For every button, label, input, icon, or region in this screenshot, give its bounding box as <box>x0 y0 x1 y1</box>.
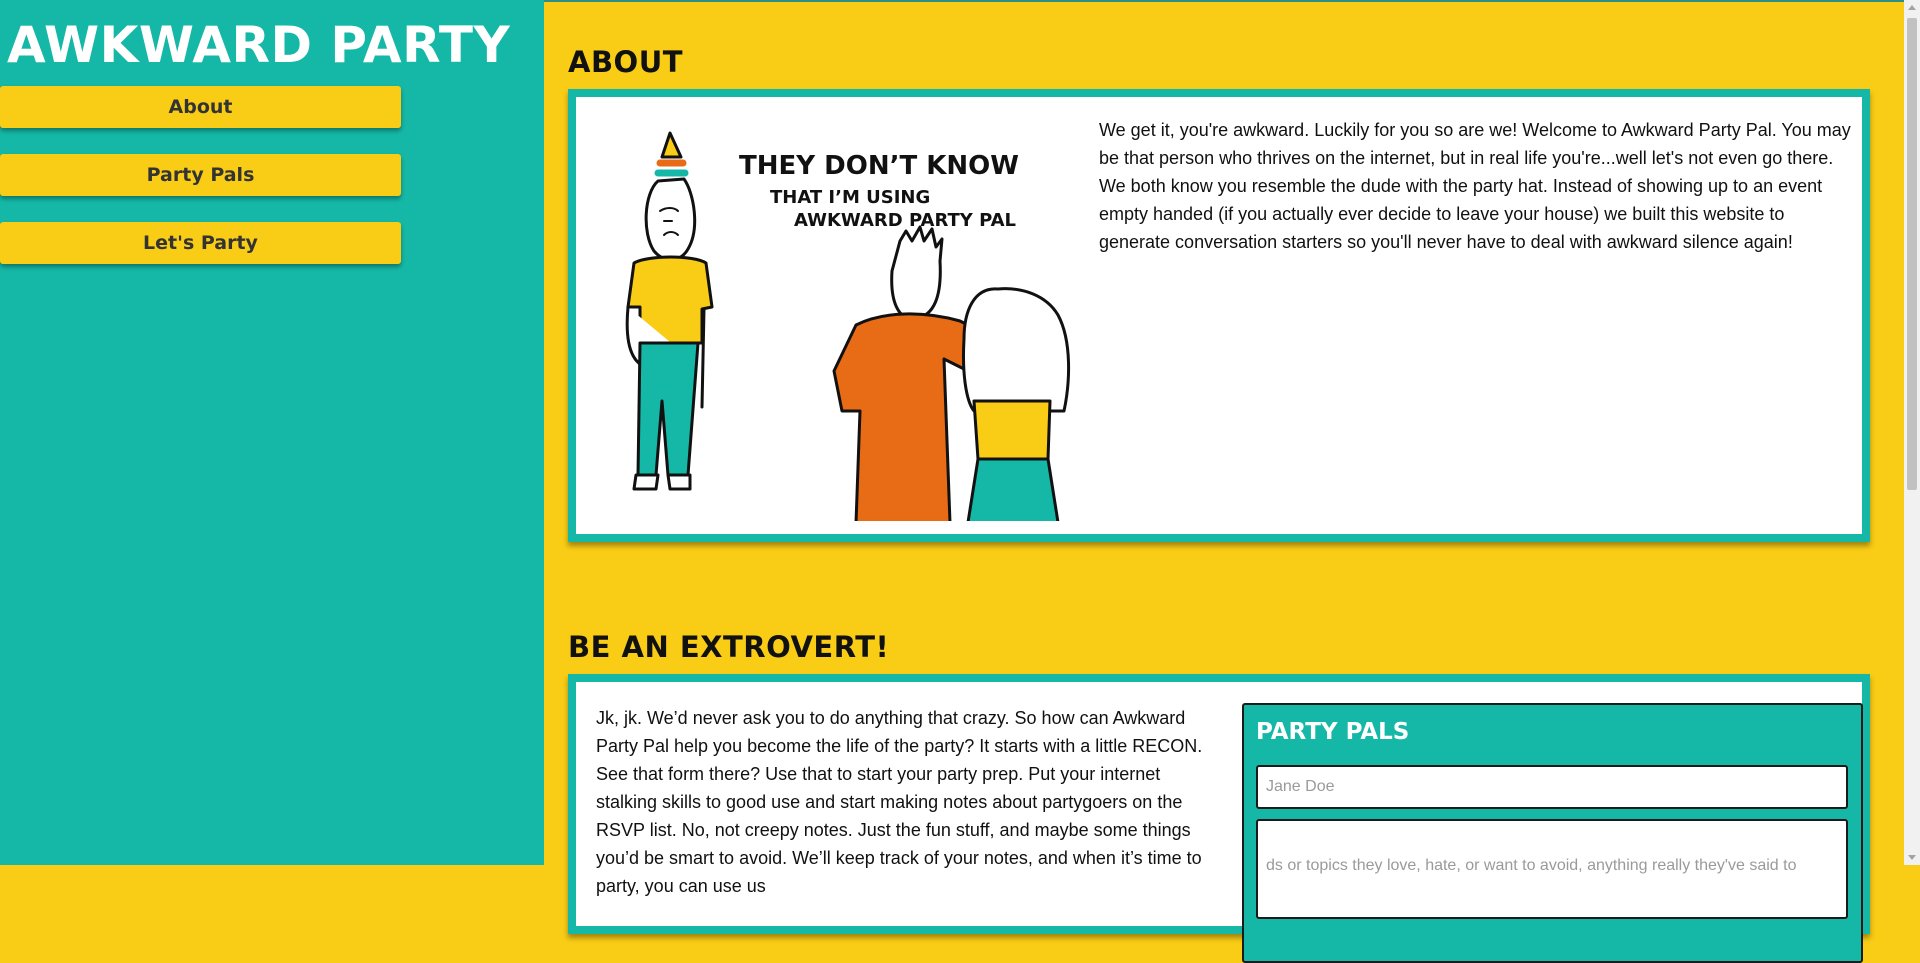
party-pals-form: PARTY PALS <box>1242 703 1863 963</box>
extrovert-heading: BE AN EXTROVERT! <box>568 630 890 664</box>
illustration-caption-line2: THAT I’M USING <box>770 187 930 208</box>
illustration-caption-line1: THEY DON’T KNOW <box>739 151 1019 181</box>
scroll-down-arrow-icon[interactable] <box>1904 849 1920 865</box>
scrollbar-thumb[interactable] <box>1907 18 1917 490</box>
pal-name-input[interactable] <box>1256 765 1848 809</box>
extrovert-card: Jk, jk. We’d never ask you to do anythin… <box>568 674 1870 963</box>
page-scrollbar[interactable] <box>1904 0 1920 865</box>
party-pals-form-title: PARTY PALS <box>1256 719 1410 745</box>
party-hat-guy <box>625 131 714 491</box>
nav-party-pals-button[interactable]: Party Pals <box>0 154 401 196</box>
pal-notes-textarea[interactable] <box>1256 819 1848 919</box>
about-heading: ABOUT <box>568 45 684 79</box>
main-content: ABOUT THEY DON’T KNOW THAT I’M USING AWK… <box>544 0 1904 963</box>
scroll-up-arrow-icon[interactable] <box>1904 0 1920 16</box>
illustration-caption-line3: AWKWARD PARTY PAL <box>794 210 1016 231</box>
awkward-party-illustration: THEY DON’T KNOW THAT I’M USING AWKWARD P… <box>625 131 1071 521</box>
about-description: We get it, you're awkward. Luckily for y… <box>1099 120 1851 252</box>
extrovert-description: Jk, jk. We’d never ask you to do anythin… <box>596 708 1203 896</box>
nav-lets-party-button[interactable]: Let's Party <box>0 222 401 264</box>
nav-about-button[interactable]: About <box>0 86 401 128</box>
about-card: THEY DON’T KNOW THAT I’M USING AWKWARD P… <box>568 89 1870 542</box>
sidebar: AWKWARD PARTY PAL About Party Pals Let's… <box>0 0 544 865</box>
dancing-girl <box>962 287 1071 521</box>
